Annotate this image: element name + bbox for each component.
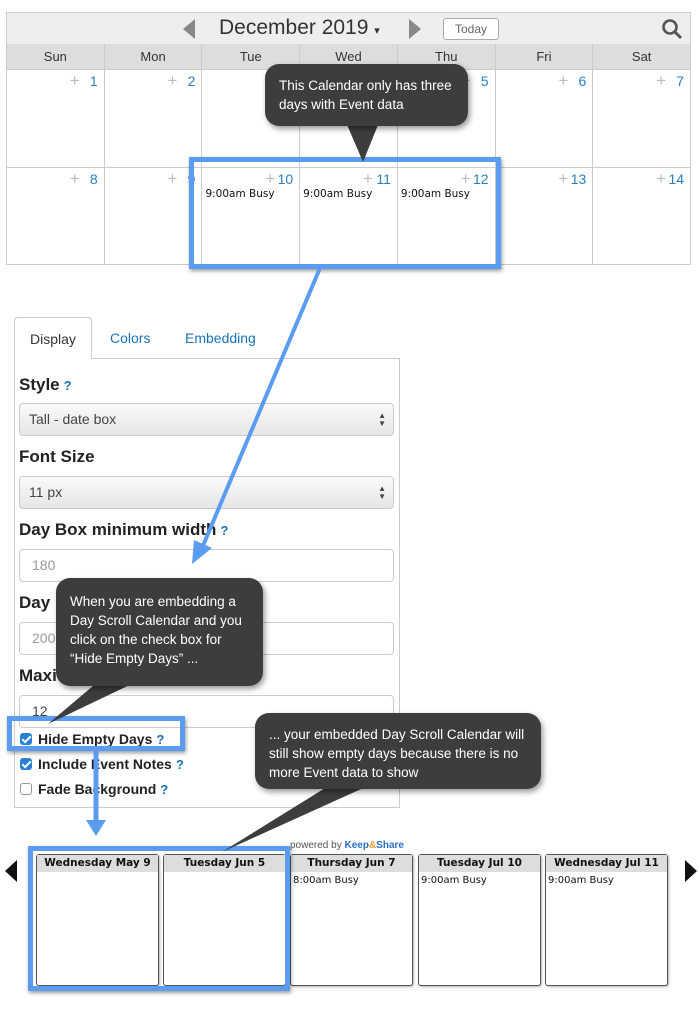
tooltip-tail xyxy=(48,680,140,724)
arrow-head-icon xyxy=(86,820,106,836)
arrow-head-icon xyxy=(192,540,212,564)
arrow-line xyxy=(200,267,322,549)
tooltip-tail xyxy=(345,120,380,162)
tooltip-embedding: When you are embedding a Day Scroll Cale… xyxy=(56,578,263,686)
tab-display[interactable]: Display xyxy=(14,317,92,359)
tooltip-tail xyxy=(222,785,370,852)
tooltip-event-data: This Calendar only has three days with E… xyxy=(265,64,468,126)
tooltip-empty-days: ... your embedded Day Scroll Calendar wi… xyxy=(255,713,541,789)
annotation-arrows xyxy=(48,120,380,852)
